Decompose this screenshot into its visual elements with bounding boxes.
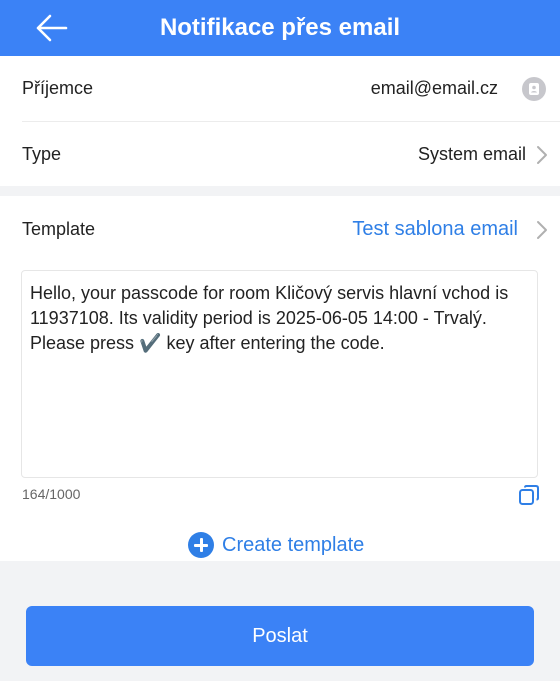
message-textarea[interactable]: Hello, your passcode for room Kličový se… (21, 270, 538, 478)
chevron-right-icon[interactable] (536, 220, 548, 240)
send-button[interactable]: Poslat (26, 606, 534, 666)
recipient-row[interactable]: Příjemce email@email.cz (0, 56, 560, 121)
plus-circle-icon (188, 532, 214, 558)
create-template-label: Create template (222, 533, 365, 556)
copy-icon[interactable] (518, 484, 540, 506)
create-template-button[interactable]: Create template (188, 531, 364, 559)
header-bar: Notifikace přes email (0, 0, 560, 56)
template-row[interactable]: Template Test sablona email (0, 196, 560, 262)
type-row[interactable]: Type System email (0, 122, 560, 187)
page-title: Notifikace přes email (159, 14, 401, 41)
character-counter: 164/1000 (22, 486, 81, 502)
contact-icon[interactable] (522, 77, 546, 101)
template-value[interactable]: Test sablona email (352, 196, 518, 262)
recipient-label: Příjemce (22, 78, 94, 98)
template-card: Template Test sablona email Hello, your … (0, 196, 560, 561)
type-value[interactable]: System email (418, 122, 526, 187)
type-label: Type (22, 144, 62, 164)
recipient-type-card: Příjemce email@email.cz Type System emai… (0, 56, 560, 186)
template-label: Template (22, 219, 96, 239)
chevron-right-icon[interactable] (536, 145, 548, 165)
recipient-value[interactable]: email@email.cz (371, 56, 498, 121)
